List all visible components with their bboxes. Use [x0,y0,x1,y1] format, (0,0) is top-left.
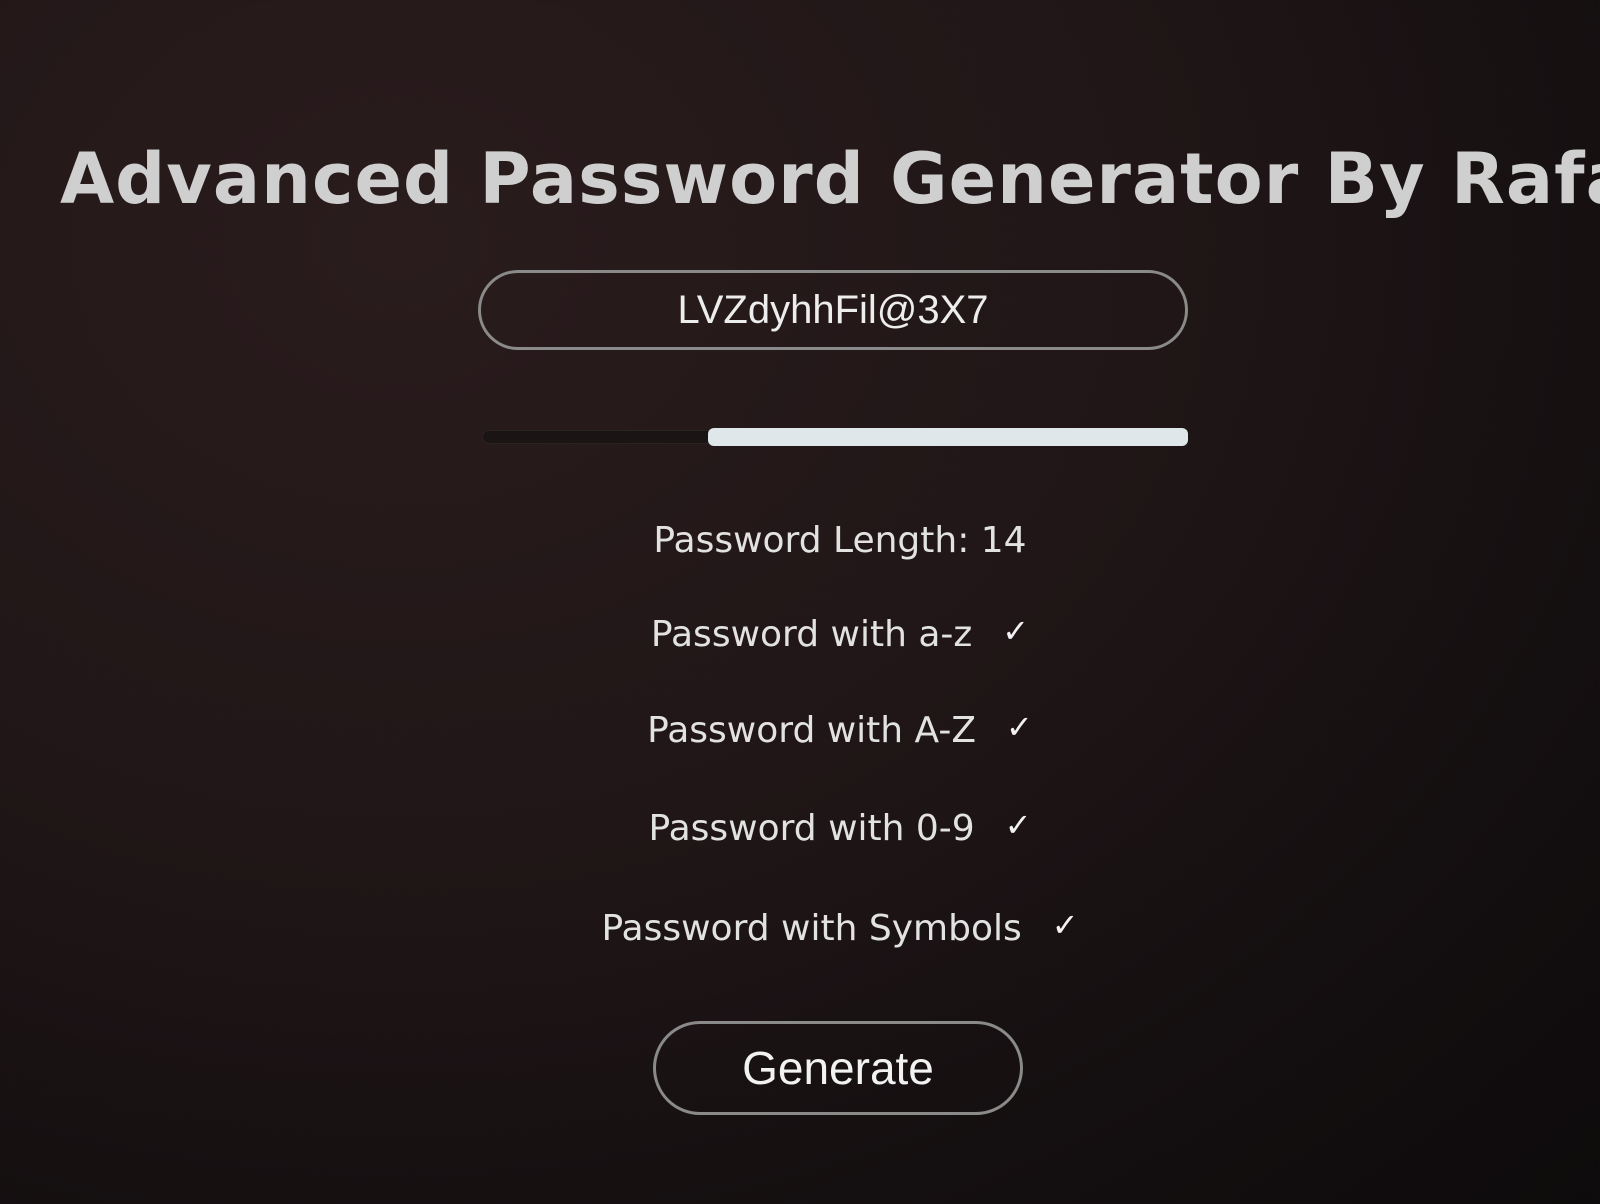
option-lowercase-label: Password with a-z [650,614,973,655]
option-numbers-label: Password with 0-9 [648,808,975,849]
generate-button[interactable]: Generate [653,1021,1023,1115]
option-numbers: Password with 0-9 ✓ [0,806,1600,849]
option-symbols: Password with Symbols ✓ [0,906,1600,949]
checkmark-icon[interactable]: ✓ [1002,612,1029,650]
strength-meter [482,428,1188,446]
checkmark-icon[interactable]: ✓ [1052,906,1079,944]
option-symbols-label: Password with Symbols [601,908,1022,949]
page-title: Advanced Password Generator By Rafay [60,138,1600,220]
password-length-label: Password Length: 14 [653,520,1027,561]
option-uppercase-label: Password with A-Z [647,710,977,751]
checkmark-icon[interactable]: ✓ [1006,708,1033,746]
password-output[interactable] [478,270,1188,350]
option-uppercase: Password with A-Z ✓ [0,708,1600,751]
strength-fill [707,428,1188,446]
checkmark-icon[interactable]: ✓ [1005,806,1032,844]
option-lowercase: Password with a-z ✓ [0,612,1600,655]
